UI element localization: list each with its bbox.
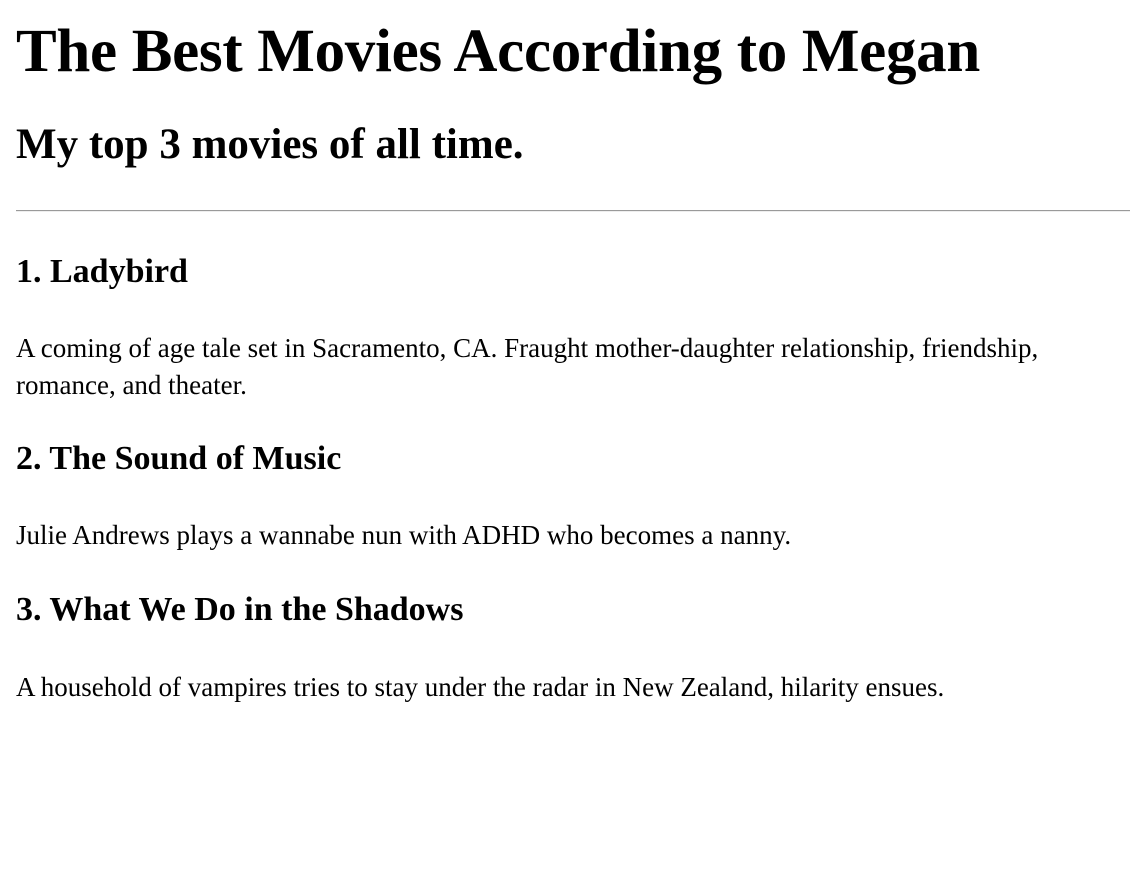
page-title: The Best Movies According to Megan: [16, 18, 980, 85]
divider: [16, 210, 1130, 212]
page-subtitle: My top 3 movies of all time.: [16, 121, 524, 168]
page-content: The Best Movies According to Megan My to…: [0, 17, 1146, 706]
movie-description: Julie Andrews plays a wannabe nun with A…: [16, 520, 792, 550]
movie-entry-ladybird: 1. Ladybird A coming of age tale set in …: [16, 252, 1130, 404]
movie-heading: 3. What We Do in the Shadows: [16, 591, 464, 628]
movie-heading: 1. Ladybird: [16, 253, 188, 290]
movie-heading: 2. The Sound of Music: [16, 440, 342, 477]
movie-entry-sound-of-music: 2. The Sound of Music Julie Andrews play…: [16, 439, 1130, 554]
movie-entry-what-we-do-in-the-shadows: 3. What We Do in the Shadows A household…: [16, 590, 1130, 706]
movie-description: A household of vampires tries to stay un…: [16, 672, 945, 702]
movie-description: A coming of age tale set in Sacramento, …: [16, 333, 1039, 400]
